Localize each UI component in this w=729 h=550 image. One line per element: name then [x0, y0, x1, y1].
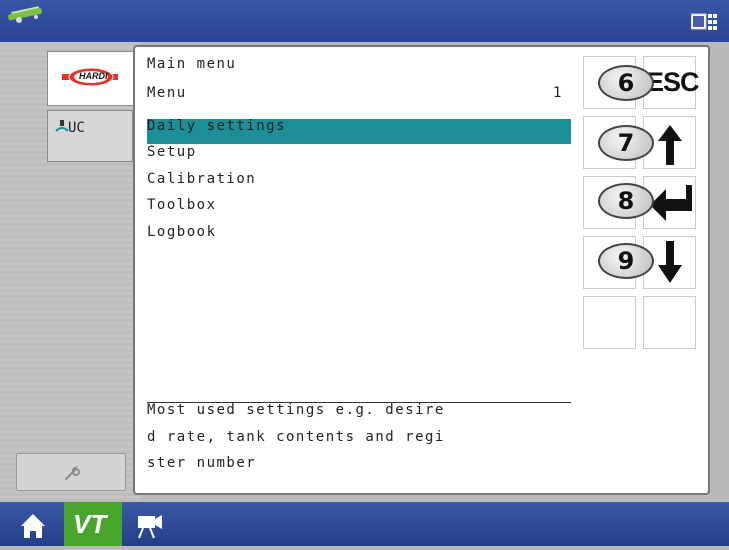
- callout-number-8: 8: [598, 183, 654, 219]
- tab-uc[interactable]: UC: [47, 110, 133, 162]
- page-title: Main menu: [147, 56, 237, 72]
- menu-item-logbook[interactable]: Logbook: [147, 224, 217, 240]
- bottom-bar: VT: [0, 502, 729, 546]
- uc-icon: [55, 120, 69, 132]
- description-line-2: d rate, tank contents and regi: [147, 429, 445, 445]
- callout-number-6: 6: [598, 65, 654, 101]
- top-bar: [0, 0, 729, 42]
- vt-icon: VT: [73, 509, 107, 539]
- softkey-empty-left[interactable]: [583, 296, 636, 349]
- menu-item-setup[interactable]: Setup: [147, 144, 197, 160]
- menu-label: Menu: [147, 85, 187, 101]
- settings-button[interactable]: [16, 453, 126, 491]
- display-mode-icon[interactable]: [691, 13, 717, 31]
- softkey-empty-right[interactable]: [643, 296, 696, 349]
- vt-button[interactable]: VT: [64, 502, 122, 546]
- camera-button[interactable]: [130, 502, 170, 546]
- home-button[interactable]: [14, 502, 52, 546]
- menu-item-calibration[interactable]: Calibration: [147, 171, 256, 187]
- wrench-icon: [65, 466, 80, 480]
- hardi-logo-text: HARDI: [79, 71, 108, 81]
- description-line-1: Most used settings e.g. desire: [147, 402, 445, 418]
- menu-item-daily-settings[interactable]: Daily settings: [147, 118, 286, 134]
- menu-item-toolbox[interactable]: Toolbox: [147, 197, 217, 213]
- page-number: 1: [553, 85, 563, 101]
- tractor-logo-icon: [8, 6, 42, 23]
- home-icon: [21, 514, 45, 538]
- tab-hardi[interactable]: HARDI: [47, 51, 134, 106]
- description-line-3: ster number: [147, 455, 257, 471]
- callout-number-9: 9: [598, 243, 654, 279]
- callout-number-7: 7: [598, 125, 654, 161]
- tab-uc-label: UC: [68, 120, 85, 136]
- camera-icon: [138, 515, 162, 539]
